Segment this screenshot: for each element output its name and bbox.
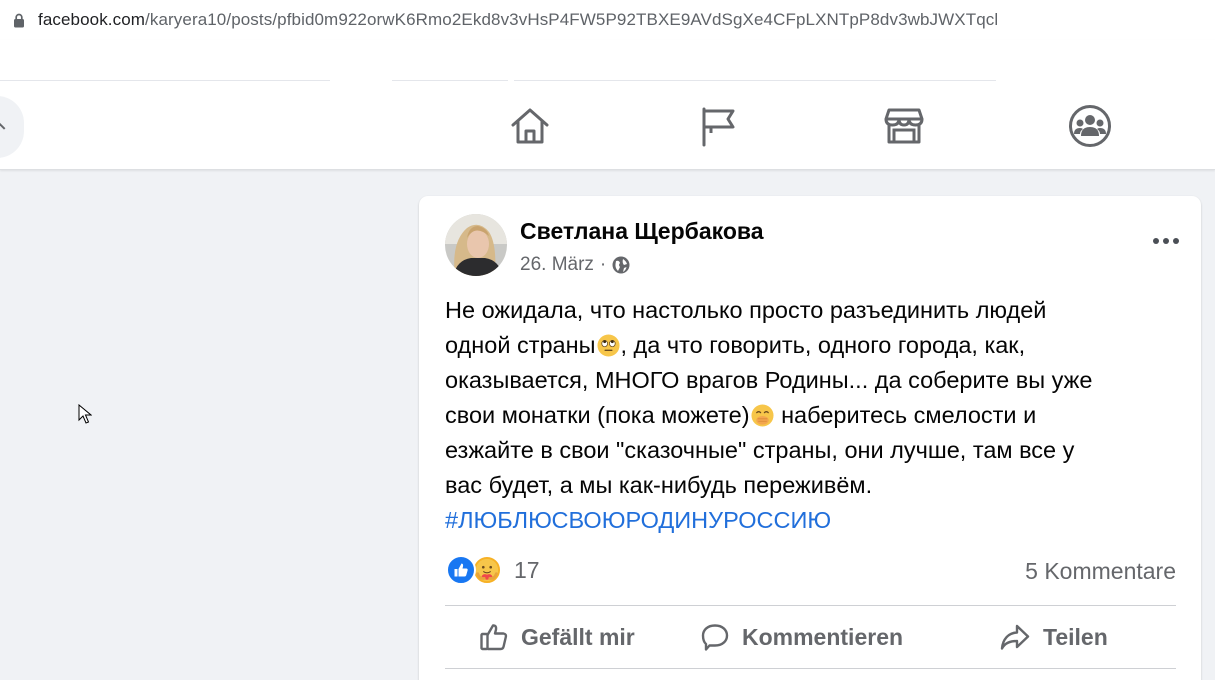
- url-path: /karyera10/posts/pfbid0m922orwK6Rmo2Ekd8…: [145, 10, 999, 29]
- author-name[interactable]: Светлана Щербакова: [520, 218, 764, 245]
- marketplace-icon: [884, 108, 924, 144]
- care-reaction-icon: [472, 555, 502, 585]
- post-date[interactable]: 26. März: [520, 254, 594, 276]
- text-segment: свои монатки (пока можете): [445, 402, 750, 428]
- dot: [1153, 238, 1159, 244]
- reactions-summary[interactable]: 17: [446, 555, 540, 585]
- comment-bubble-icon: [701, 624, 729, 651]
- post-meta: 26. März ·: [520, 254, 630, 276]
- share-button-label: Teilen: [1043, 623, 1108, 650]
- reactions-count: 17: [514, 556, 540, 583]
- search-button[interactable]: [0, 96, 24, 158]
- nav-groups[interactable]: [1068, 104, 1112, 148]
- share-button[interactable]: Teilen: [999, 612, 1108, 662]
- comments-count-link[interactable]: 5 Kommentare: [1025, 558, 1176, 585]
- actions-divider-top: [445, 605, 1176, 606]
- nav-pages[interactable]: [696, 104, 740, 148]
- hashtag-line: #ЛЮБЛЮСВОЮРОДИНУРОССИЮ: [445, 503, 1185, 538]
- like-reaction-icon: [446, 555, 476, 585]
- pages-flag-icon: [702, 107, 735, 147]
- nav-divider: [514, 80, 996, 81]
- address-bar[interactable]: facebook.com/karyera10/posts/pfbid0m922o…: [0, 0, 1215, 40]
- post-text-line: одной страны , да что говорить, одного г…: [445, 328, 1185, 363]
- like-button-label: Gefällt mir: [521, 623, 635, 650]
- lock-icon[interactable]: [12, 11, 26, 29]
- nav-divider: [0, 80, 330, 81]
- share-arrow-icon: [1000, 624, 1030, 650]
- comment-button[interactable]: Kommentieren: [700, 612, 903, 662]
- post-text-line: свои монатки (пока можете) наберитесь см…: [445, 398, 1185, 433]
- text-segment: , да что говорить, одного города, как,: [620, 332, 1026, 358]
- post-body: Не ожидала, что настолько просто разъеди…: [445, 293, 1185, 538]
- post-options-button[interactable]: [1149, 224, 1183, 258]
- url-text[interactable]: facebook.com/karyera10/posts/pfbid0m922o…: [38, 10, 998, 30]
- top-navigation: [0, 40, 1215, 170]
- meta-separator: ·: [599, 254, 607, 275]
- dot: [1163, 238, 1169, 244]
- home-icon: [511, 108, 549, 144]
- nav-divider: [392, 80, 508, 81]
- text-segment: наберитесь смелости и: [774, 402, 1037, 428]
- comment-button-label: Kommentieren: [742, 623, 904, 650]
- nav-home[interactable]: [508, 104, 552, 148]
- post-text-line: езжайте в свои "сказочные" страны, они л…: [445, 437, 1075, 463]
- post-text-line: Не ожидала, что настолько просто разъеди…: [445, 297, 1047, 323]
- author-avatar[interactable]: [445, 214, 507, 276]
- like-button[interactable]: Gefällt mir: [479, 612, 635, 662]
- dot: [1173, 238, 1179, 244]
- globe-icon: [612, 256, 630, 274]
- like-thumb-icon: [480, 624, 508, 651]
- chevron-icon: [0, 118, 10, 130]
- face-with-hand-over-mouth-emoji-icon: [751, 404, 774, 427]
- rolling-eyes-emoji-icon: [596, 334, 620, 357]
- mouse-cursor-icon: [78, 404, 92, 424]
- post-text-line: вас будет, а мы как-нибудь переживём.: [445, 472, 873, 498]
- actions-divider-bottom: [445, 668, 1176, 669]
- text-segment: одной страны: [445, 332, 596, 358]
- post-card: Светлана Щербакова 26. März · Не ожидала…: [419, 196, 1201, 680]
- groups-icon: [1069, 105, 1111, 147]
- nav-marketplace[interactable]: [882, 104, 926, 148]
- hashtag-link[interactable]: #ЛЮБЛЮСВОЮРОДИНУРОССИЮ: [445, 507, 831, 533]
- post-text-line: оказывается, МНОГО врагов Родины... да с…: [445, 367, 1093, 393]
- url-host: facebook.com: [38, 10, 146, 29]
